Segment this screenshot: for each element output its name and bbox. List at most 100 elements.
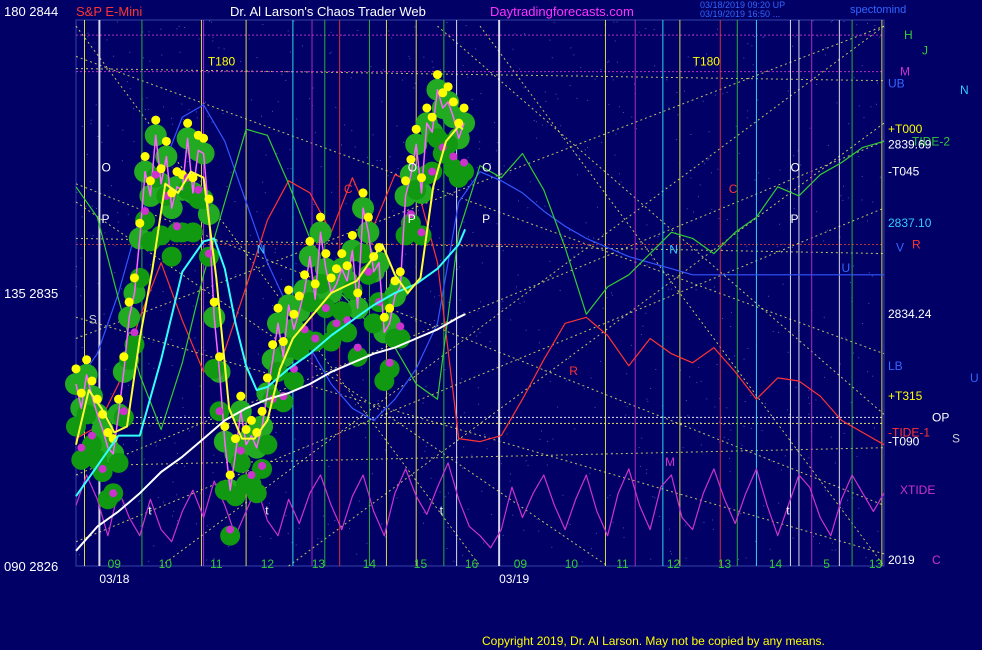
star-dot bbox=[320, 166, 322, 168]
star-dot bbox=[647, 400, 649, 402]
star-dot bbox=[301, 45, 303, 47]
star-dot bbox=[509, 473, 511, 475]
star-dot bbox=[825, 47, 827, 49]
star-dot bbox=[76, 285, 78, 287]
star-dot bbox=[669, 551, 671, 553]
star-dot bbox=[569, 523, 571, 525]
star-dot bbox=[314, 132, 316, 134]
star-dot bbox=[519, 302, 521, 304]
high-dot bbox=[305, 236, 315, 246]
star-dot bbox=[747, 43, 749, 45]
star-dot bbox=[374, 420, 376, 422]
hour-tick-label: 14 bbox=[769, 557, 783, 571]
star-dot bbox=[538, 342, 540, 344]
price-highlight-blob bbox=[161, 246, 182, 267]
star-dot bbox=[142, 57, 144, 59]
star-dot bbox=[708, 158, 710, 160]
star-dot bbox=[345, 203, 347, 205]
star-dot bbox=[754, 540, 756, 542]
star-dot bbox=[122, 443, 124, 445]
star-dot bbox=[645, 472, 647, 474]
star-dot bbox=[718, 218, 720, 220]
star-dot bbox=[371, 473, 373, 475]
annotation-label: O bbox=[482, 161, 491, 175]
star-dot bbox=[770, 460, 772, 462]
star-dot bbox=[608, 60, 610, 62]
star-dot bbox=[439, 69, 441, 71]
star-dot bbox=[741, 444, 743, 446]
star-dot bbox=[529, 181, 531, 183]
star-dot bbox=[594, 406, 596, 408]
star-dot bbox=[384, 536, 386, 538]
low-dot bbox=[77, 443, 86, 452]
star-dot bbox=[610, 292, 612, 294]
star-dot bbox=[776, 246, 778, 248]
star-dot bbox=[274, 251, 276, 253]
low-dot bbox=[332, 319, 341, 328]
low-dot bbox=[247, 471, 256, 479]
star-dot bbox=[178, 417, 180, 419]
star-dot bbox=[834, 462, 836, 464]
star-dot bbox=[434, 320, 436, 322]
star-dot bbox=[738, 152, 740, 154]
star-dot bbox=[824, 489, 826, 491]
hour-tick-label: 11 bbox=[210, 557, 223, 571]
star-dot bbox=[340, 298, 342, 300]
star-dot bbox=[327, 523, 329, 525]
star-dot bbox=[834, 549, 836, 551]
star-dot bbox=[85, 205, 87, 207]
star-dot bbox=[400, 349, 402, 351]
star-dot bbox=[549, 380, 551, 382]
star-dot bbox=[616, 21, 618, 23]
right-axis-label: -T045 bbox=[888, 165, 920, 179]
star-dot bbox=[879, 36, 881, 38]
low-dot bbox=[428, 167, 437, 176]
star-dot bbox=[461, 378, 463, 380]
star-dot bbox=[763, 35, 765, 37]
high-dot bbox=[443, 82, 453, 92]
star-dot bbox=[430, 290, 432, 292]
star-dot bbox=[779, 223, 781, 225]
star-dot bbox=[652, 496, 654, 498]
star-dot bbox=[559, 290, 561, 292]
star-dot bbox=[668, 107, 670, 109]
star-dot bbox=[116, 21, 118, 23]
high-dot bbox=[379, 312, 389, 322]
star-dot bbox=[589, 472, 591, 474]
star-dot bbox=[853, 77, 855, 79]
star-dot bbox=[194, 337, 196, 339]
star-dot bbox=[876, 82, 878, 84]
star-dot bbox=[140, 525, 142, 527]
star-dot bbox=[645, 312, 647, 314]
star-dot bbox=[816, 211, 818, 213]
star-dot bbox=[476, 335, 478, 337]
star-dot bbox=[827, 144, 829, 146]
star-dot bbox=[222, 113, 224, 115]
site-url-link[interactable]: Daytradingforecasts.com bbox=[490, 4, 634, 19]
star-dot bbox=[809, 127, 811, 129]
star-dot bbox=[308, 98, 310, 100]
star-dot bbox=[285, 491, 287, 493]
star-dot bbox=[538, 530, 540, 532]
low-dot bbox=[173, 222, 181, 231]
star-dot bbox=[595, 532, 597, 534]
star-dot bbox=[787, 409, 789, 411]
star-dot bbox=[700, 444, 702, 446]
star-dot bbox=[117, 212, 119, 214]
star-dot bbox=[715, 33, 717, 35]
star-dot bbox=[212, 40, 214, 42]
star-dot bbox=[830, 21, 832, 23]
high-dot bbox=[422, 103, 432, 113]
low-dot bbox=[449, 152, 458, 161]
star-dot bbox=[533, 120, 535, 122]
star-dot bbox=[249, 234, 251, 236]
star-dot bbox=[563, 239, 565, 241]
star-dot bbox=[713, 286, 715, 288]
star-dot bbox=[489, 341, 491, 343]
star-dot bbox=[551, 57, 553, 59]
high-dot bbox=[140, 152, 150, 161]
author-label: spectomind bbox=[850, 4, 907, 16]
star-dot bbox=[330, 51, 332, 53]
high-dot bbox=[236, 391, 246, 401]
star-dot bbox=[782, 283, 784, 285]
